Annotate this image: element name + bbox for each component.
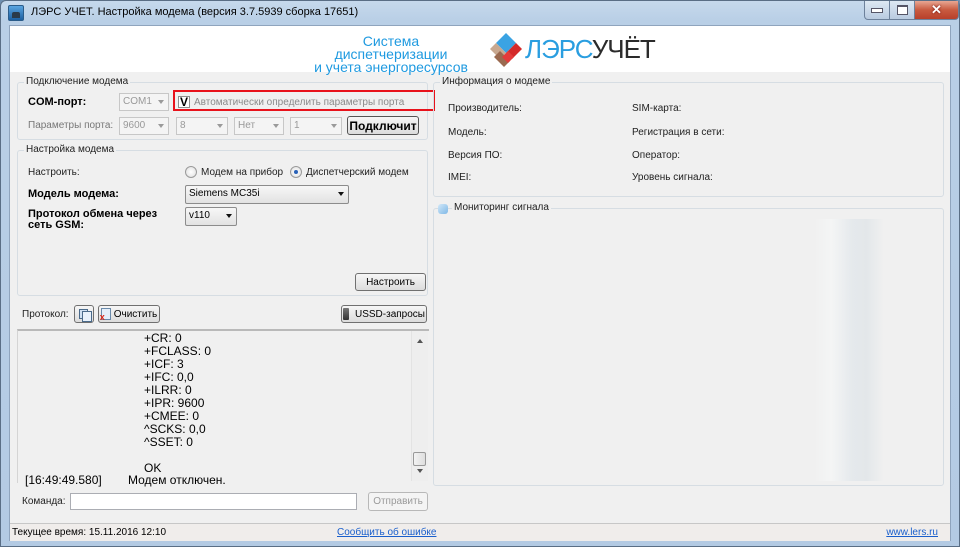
send-button[interactable]: Отправить (368, 492, 428, 511)
baud-rate-value: 9600 (123, 120, 146, 131)
gsm-protocol-value: v110 (189, 210, 210, 221)
header-banner: Система диспетчеризации и учета энергоре… (10, 26, 950, 75)
clear-log-label: Очистить (113, 308, 158, 320)
modem-info-group-title: Информация о модеме (440, 76, 553, 87)
monitor-icon (438, 204, 448, 214)
data-bits-select[interactable]: 8 (176, 117, 228, 135)
connect-button-label: Подключит (349, 118, 417, 133)
app-icon (8, 5, 24, 21)
com-port-select[interactable]: COM1 (119, 93, 169, 111)
com-port-value: COM1 (123, 96, 152, 107)
stop-bits-value: 1 (294, 120, 300, 131)
radio-dispatch-modem-label[interactable]: Диспетчерский модем (306, 167, 409, 178)
phone-icon (343, 308, 349, 320)
current-time: Текущее время: 15.11.2016 12:10 (12, 527, 167, 538)
modem-model-label: Модель модема: (28, 188, 119, 200)
copy-log-button[interactable] (74, 305, 94, 323)
modem-model-select[interactable]: Siemens MC35i (185, 185, 349, 204)
scroll-up-icon[interactable] (417, 339, 423, 343)
chevron-down-icon (331, 124, 337, 128)
radio-device-modem[interactable] (185, 166, 197, 178)
brand-part-2: УЧЁТ (591, 34, 656, 64)
modem-setup-group: Настройка модема Настроить: Модем на при… (17, 144, 428, 296)
ussd-button-label: USSD-запросы (355, 308, 425, 320)
modem-setup-group-title: Настройка модема (24, 144, 117, 155)
title-bar[interactable]: ЛЭРС УЧЕТ. Настройка модема (версия 3.7.… (1, 1, 959, 25)
baud-rate-select[interactable]: 9600 (119, 117, 169, 135)
lers-logo-icon (490, 33, 522, 67)
port-params-label: Параметры порта: (28, 120, 114, 131)
sim-card-label: SIM-карта: (632, 103, 682, 114)
minimize-button[interactable] (864, 1, 890, 20)
firmware-label: Версия ПО: (448, 150, 503, 161)
maximize-button[interactable] (890, 1, 915, 20)
chevron-down-icon (217, 124, 223, 128)
setup-button-label: Настроить (366, 276, 415, 288)
clear-log-button[interactable]: Очистить (98, 305, 160, 323)
connection-group-title: Подключение модема (24, 76, 131, 87)
signal-level-label: Уровень сигнала: (632, 172, 713, 183)
log-last-message: Модем отключен. (128, 473, 226, 487)
command-input[interactable] (70, 493, 357, 510)
connect-button[interactable]: Подключит (347, 116, 419, 135)
auto-detect-highlight (173, 90, 435, 111)
slogan: Система диспетчеризации и учета энергоре… (306, 33, 476, 75)
ussd-button[interactable]: USSD-запросы (341, 305, 427, 323)
parity-value: Нет (238, 120, 256, 131)
chevron-down-icon (273, 124, 279, 128)
status-bar: Текущее время: 15.11.2016 12:10 Сообщить… (10, 523, 950, 541)
report-error-link[interactable]: Сообщить об ошибке (337, 527, 436, 538)
manufacturer-label: Производитель: (448, 103, 522, 114)
stop-bits-select[interactable]: 1 (290, 117, 342, 135)
send-button-label: Отправить (373, 496, 423, 507)
signal-monitor-group: Мониторинг сигнала (433, 202, 944, 486)
brand-name: ЛЭРСУЧЁТ (525, 34, 656, 64)
chevron-down-icon (158, 124, 164, 128)
website-link[interactable]: www.lers.ru (886, 527, 938, 538)
chevron-down-icon (158, 100, 164, 104)
gsm-protocol-label-line-2: сеть GSM: (28, 219, 85, 231)
signal-chart-area (814, 219, 884, 481)
radio-device-modem-label[interactable]: Модем на прибор (201, 167, 283, 178)
modem-model-value: Siemens MC35i (189, 188, 260, 199)
scroll-down-icon[interactable] (417, 469, 423, 473)
imei-label: IMEI: (448, 172, 472, 183)
app-window: ЛЭРС УЧЕТ. Настройка модема (версия 3.7.… (0, 0, 960, 547)
data-bits-value: 8 (180, 120, 186, 131)
window-controls: ✕ (864, 1, 959, 20)
log-line: ^SSET: 0 (144, 435, 193, 449)
window-title: ЛЭРС УЧЕТ. Настройка модема (версия 3.7.… (31, 6, 359, 18)
modem-info-group: Информация о модеме Производитель: Модел… (433, 76, 944, 197)
close-icon: ✕ (931, 2, 942, 17)
scroll-thumb[interactable] (413, 452, 426, 466)
com-port-label: COM-порт: (28, 96, 87, 108)
log-label: Протокол: (22, 309, 69, 320)
close-button[interactable]: ✕ (915, 1, 959, 20)
log-scrollbar[interactable] (411, 331, 428, 481)
gsm-protocol-select[interactable]: v110 (185, 207, 237, 226)
slogan-line-1: Система диспетчеризации (334, 33, 448, 62)
configure-label: Настроить: (28, 167, 80, 178)
model-label: Модель: (448, 127, 487, 138)
clear-icon (100, 308, 111, 322)
log-timestamp: [16:49:49.580] (25, 473, 102, 487)
network-registration-label: Регистрация в сети: (632, 127, 725, 138)
client-area: Система диспетчеризации и учета энергоре… (9, 25, 951, 541)
command-label: Команда: (22, 496, 66, 507)
setup-button[interactable]: Настроить (355, 273, 426, 291)
chevron-down-icon (226, 214, 232, 218)
brand-part-1: ЛЭРС (525, 34, 593, 64)
gsm-protocol-label: Протокол обмена через сеть GSM: (28, 209, 157, 231)
radio-dispatch-modem[interactable] (290, 166, 302, 178)
chevron-down-icon (338, 192, 344, 196)
log-output[interactable]: +CR: 0 +FCLASS: 0 +ICF: 3 +IFC: 0,0 +ILR… (17, 329, 429, 487)
slogan-line-2: и учета энергоресурсов (314, 59, 468, 75)
signal-monitor-group-title: Мониторинг сигнала (452, 202, 551, 213)
copy-icon (79, 309, 92, 322)
parity-select[interactable]: Нет (234, 117, 284, 135)
operator-label: Оператор: (632, 150, 681, 161)
